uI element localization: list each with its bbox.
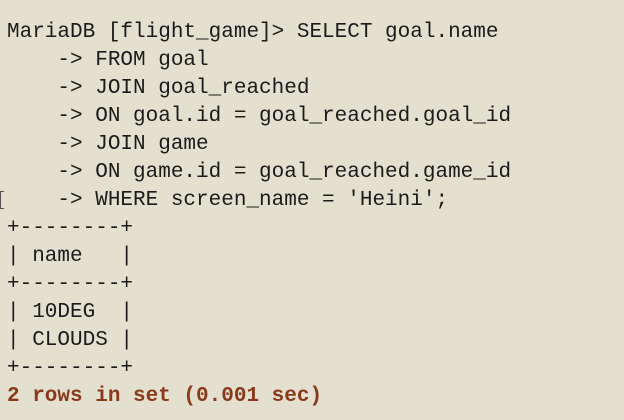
sql-continuation-line: -> FROM goal xyxy=(7,49,209,72)
selection-bracket-icon xyxy=(0,191,4,209)
sql-continuation-line: -> JOIN game xyxy=(7,133,209,156)
sql-prompt-line: MariaDB [flight_game]> SELECT goal.name xyxy=(7,21,499,44)
sql-continuation-line: -> WHERE screen_name = 'Heini'; xyxy=(7,189,449,212)
table-header-row: | name | xyxy=(7,245,134,268)
sql-continuation-line: -> ON game.id = goal_reached.game_id xyxy=(7,161,512,184)
sql-continuation-line: -> ON goal.id = goal_reached.goal_id xyxy=(7,105,512,128)
sql-continuation-line: -> JOIN goal_reached xyxy=(7,77,310,100)
table-border-bottom: +--------+ xyxy=(7,357,134,380)
table-row: | CLOUDS | xyxy=(7,329,134,352)
table-row: | 10DEG | xyxy=(7,301,134,324)
table-border-top: +--------+ xyxy=(7,217,134,240)
table-header-separator: +--------+ xyxy=(7,273,134,296)
result-table: +--------+ | name | +--------+ | 10DEG |… xyxy=(7,215,624,383)
query-status-line: 2 rows in set (0.001 sec) xyxy=(7,385,323,408)
terminal-window[interactable]: MariaDB [flight_game]> SELECT goal.name … xyxy=(0,0,624,420)
